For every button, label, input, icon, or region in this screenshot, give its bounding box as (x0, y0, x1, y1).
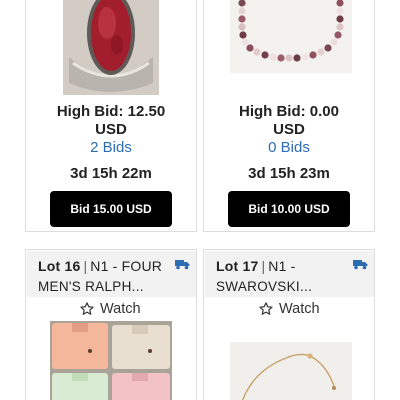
high-bid-currency: USD (95, 121, 127, 138)
item-image[interactable] (230, 0, 352, 73)
star-outline-icon (80, 302, 94, 315)
auction-card[interactable]: High Bid: 12.50 USD 2 Bids 3d 15h 22m Bi… (25, 0, 197, 232)
watch-button[interactable]: Watch (258, 299, 320, 319)
lot-number: Lot 16 (38, 258, 81, 274)
star-outline-icon (259, 302, 273, 315)
truck-icon (353, 260, 368, 270)
auction-card[interactable]: Lot 17 | N1 - SWAROVSKI... Watch (203, 249, 375, 400)
high-bid-amount: High Bid: 0.00 (238, 103, 339, 120)
item-image[interactable] (50, 321, 172, 400)
auction-card[interactable]: Lot 16 | N1 - FOUR MEN'S RALPH... Watch (25, 249, 197, 400)
watch-label: Watch (279, 301, 320, 317)
lot-title-line1[interactable]: Lot 16 | N1 - FOUR (38, 257, 162, 275)
lot-title: N1 - (268, 258, 296, 274)
item-image[interactable] (230, 342, 352, 400)
lot-header[interactable]: Lot 16 | N1 - FOUR MEN'S RALPH... (27, 251, 196, 297)
truck-icon (175, 260, 190, 270)
auction-card[interactable]: High Bid: 0.00 USD 0 Bids 3d 15h 23m Bid… (203, 0, 375, 232)
lot-separator: | (83, 258, 88, 274)
time-remaining: 3d 15h 23m (248, 165, 330, 182)
lot-title-line1[interactable]: Lot 17 | N1 - (216, 257, 296, 275)
lot-title-line2[interactable]: SWAROVSKI... (216, 278, 312, 296)
lot-title: N1 - FOUR (90, 258, 163, 274)
lot-number: Lot 17 (216, 258, 259, 274)
bid-button[interactable]: Bid 10.00 USD (228, 191, 350, 227)
lot-separator: | (261, 258, 266, 274)
bids-count-link[interactable]: 0 Bids (204, 139, 374, 156)
watch-button[interactable]: Watch (79, 299, 141, 319)
bids-count-link[interactable]: 2 Bids (26, 139, 196, 156)
bid-button[interactable]: Bid 15.00 USD (50, 191, 172, 227)
high-bid-currency: USD (273, 121, 305, 138)
watch-label: Watch (100, 301, 141, 317)
lot-header[interactable]: Lot 17 | N1 - SWAROVSKI... (205, 251, 374, 297)
item-image[interactable] (63, 0, 159, 95)
high-bid-amount: High Bid: 12.50 (56, 103, 166, 120)
time-remaining: 3d 15h 22m (70, 165, 152, 182)
lot-title-line2[interactable]: MEN'S RALPH... (38, 278, 144, 296)
